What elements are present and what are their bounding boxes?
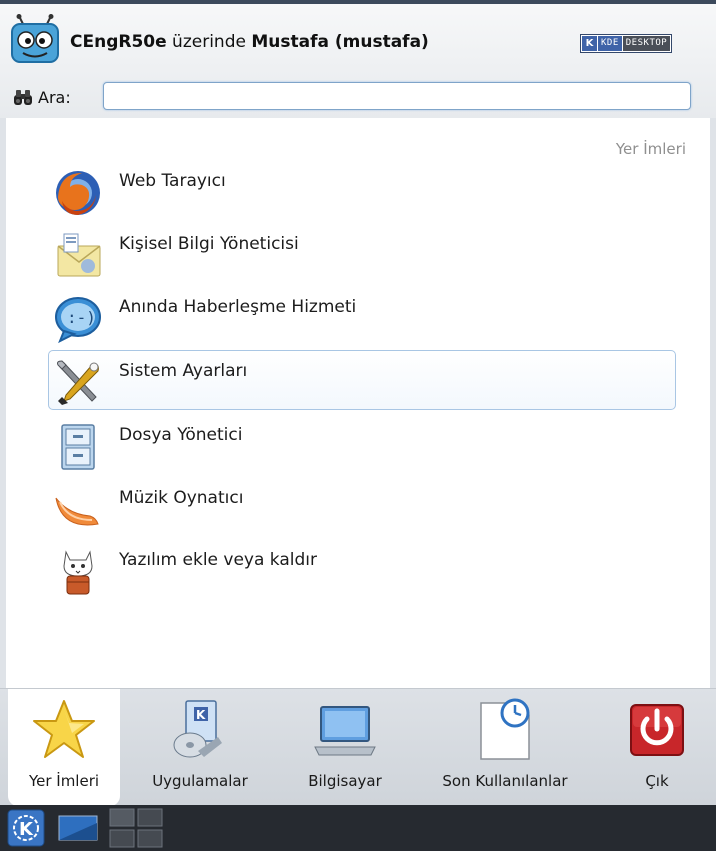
tab-label: Çık [645, 772, 669, 790]
system-settings-icon [57, 360, 99, 405]
favorite-item-music-player[interactable]: Müzik Oynatıcı [48, 477, 676, 535]
launcher-tabbar: Yer İmleri K Uygulamalar Bilgisayar Son … [0, 688, 716, 806]
kde-desktop-badge: K KDE DESKTOP [580, 34, 673, 53]
tab-leave[interactable]: Çık [612, 689, 702, 806]
software-manager-icon [63, 550, 93, 595]
favorite-item-label: Sistem Ayarları [119, 361, 248, 381]
search-input[interactable] [103, 82, 691, 110]
user-name: Mustafa (mustafa) [251, 32, 429, 52]
taskbar: K [0, 805, 716, 851]
tab-label: Son Kullanılanlar [442, 772, 568, 790]
star-icon [33, 700, 95, 758]
firefox-icon [56, 171, 100, 215]
kde-badge-k: K [582, 36, 597, 51]
file-manager-icon [61, 424, 95, 470]
kde-badge-text: KDE [598, 36, 622, 51]
svg-text::-): :-) [67, 308, 96, 327]
tab-favorites[interactable]: Yer İmleri [8, 689, 120, 806]
tab-applications[interactable]: K Uygulamalar [130, 689, 270, 806]
tab-label: Yer İmleri [28, 772, 100, 790]
applications-icon: K [173, 700, 222, 758]
host-name: CEngR50e [70, 32, 167, 52]
header-title: CEngR50e üzerinde Mustafa (mustafa) [70, 32, 429, 52]
tab-label: Bilgisayar [308, 772, 382, 790]
favorite-item-file-manager[interactable]: Dosya Yönetici [48, 414, 676, 472]
power-icon [630, 704, 684, 756]
desktop-pager-icon[interactable] [108, 807, 164, 849]
tab-label: Uygulamalar [152, 772, 248, 790]
search-row: Ara: [12, 82, 71, 112]
kde-menu-icon[interactable]: K [6, 808, 46, 848]
header-connector: üzerinde [172, 32, 246, 52]
desktop-badge-text: DESKTOP [622, 36, 671, 51]
favorite-item-web-browser[interactable]: Web Tarayıcı [48, 160, 676, 218]
binoculars-icon [14, 90, 32, 105]
tab-computer[interactable]: Bilgisayar [290, 689, 400, 806]
favorite-item-software-manager[interactable]: Yazılım ekle veya kaldır [48, 539, 676, 597]
tab-recently-used[interactable]: Son Kullanılanlar [420, 689, 590, 806]
svg-text:K: K [19, 819, 34, 840]
favorite-item-label: Yazılım ekle veya kaldır [119, 550, 317, 570]
favorite-item-system-settings[interactable]: Sistem Ayarları [48, 350, 676, 410]
chat-icon: :-) [55, 297, 101, 344]
favorite-item-instant-messaging[interactable]: :-) Anında Haberleşme Hizmeti [48, 286, 676, 344]
svg-text:K: K [196, 708, 206, 722]
user-avatar-icon [11, 14, 59, 63]
computer-icon [314, 706, 376, 756]
recent-icon [480, 698, 530, 760]
section-title: Yer İmleri [615, 140, 686, 158]
show-desktop-icon[interactable] [58, 815, 98, 841]
favorites-panel: Yer İmleri Web Tarayıcı Kişisel Bilgi Yö… [6, 118, 710, 693]
search-label: Ara: [38, 87, 71, 107]
music-player-icon [55, 497, 99, 526]
favorite-item-label: Kişisel Bilgi Yöneticisi [119, 234, 299, 254]
favorite-item-pim[interactable]: Kişisel Bilgi Yöneticisi [48, 223, 676, 281]
favorite-item-label: Müzik Oynatıcı [119, 488, 244, 508]
favorite-item-label: Anında Haberleşme Hizmeti [119, 297, 357, 317]
favorite-item-label: Dosya Yönetici [119, 425, 243, 445]
launcher-header: CEngR50e üzerinde Mustafa (mustafa) K KD… [0, 4, 716, 118]
favorite-item-label: Web Tarayıcı [119, 171, 226, 191]
pim-icon [57, 233, 101, 277]
